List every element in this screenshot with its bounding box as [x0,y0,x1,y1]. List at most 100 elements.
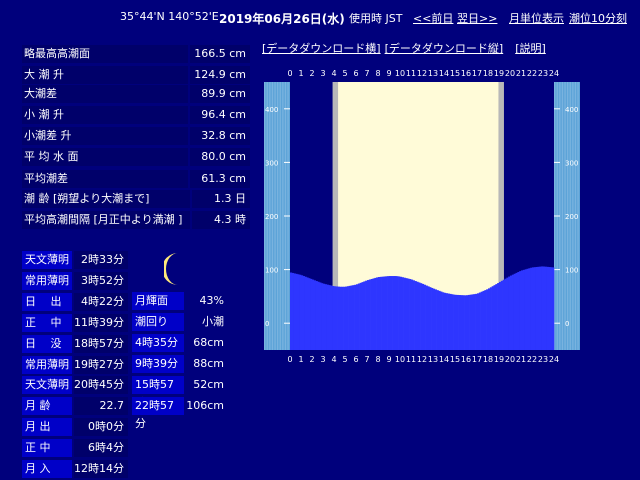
stat-label: 小潮差 升 [22,127,188,145]
tide-bar [548,267,551,350]
sun-moon-value: 22.7 [74,397,128,415]
tide-bar [379,276,382,350]
hour-label-top: 19 [494,69,504,78]
stat-label: 平均高潮間隔 [月正中より満潮 ] [22,211,190,229]
tide-bar [337,286,340,350]
tide-bar [532,267,535,350]
stat-label: 略最高高潮面 [22,45,188,63]
date-label: 2019年06月26日(水) [219,12,345,26]
tide-bar [334,286,337,350]
stat-label: 小 潮 升 [22,106,188,124]
hour-label-bottom: 15 [450,355,460,364]
tide-bar [354,284,357,350]
tide-bar [510,275,513,350]
tide-bar [328,285,331,350]
tide-bar [341,286,344,350]
stat-value: 32.8 cm [190,127,250,145]
interval-link[interactable]: 潮位10分刻 [569,10,627,26]
download-horizontal-link[interactable]: [データダウンロード横] [262,42,381,55]
tide-bar [502,279,505,350]
sun-moon-label: 月 齢 [22,397,72,415]
tide-bar [383,276,386,350]
hour-label-bottom: 16 [461,355,471,364]
next-day-link[interactable]: 翌日>> [457,10,497,26]
tide-bar [431,287,434,350]
tide-bar [389,276,392,350]
hour-label-top: 4 [331,69,336,78]
tide-bar [473,294,476,350]
sun-moon-value: 12時14分 [74,460,128,478]
hour-label-bottom: 18 [483,355,493,364]
tide-event-level: 106cm [184,397,228,415]
tide-bar [332,285,335,350]
tide-bar [546,266,549,350]
tide-bar [370,278,373,350]
tide-bar [390,276,393,350]
tide-phase-value: 小潮 [184,313,228,331]
tide-bar [326,284,329,350]
tide-bar [462,295,465,350]
tide-bar [543,266,546,350]
stat-label: 平均潮差 [22,170,188,188]
monthly-view-link[interactable]: 月単位表示 [509,10,564,26]
hour-label-bottom: 8 [375,355,380,364]
tide-bar [352,285,355,350]
tide-bar [464,295,467,350]
tide-bar [521,270,524,350]
tide-bar [491,286,494,350]
stat-label: 大 潮 升 [22,66,188,84]
stat-value: 1.3 日 [192,190,250,208]
tide-bar [478,292,481,350]
tide-chart: 400 400300 300200 200100 1000 000112233445566… [264,69,580,364]
tide-bar [442,292,445,350]
prev-day-link[interactable]: <<前日 [413,10,453,26]
tide-bar [323,283,326,350]
hour-label-top: 7 [364,69,369,78]
hour-label-top: 3 [320,69,325,78]
tide-bar [489,287,492,350]
hour-label-bottom: 24 [549,355,559,364]
scale-stripe [561,82,564,350]
stat-row: 平 均 水 面 80.0 cm [22,148,250,166]
sun-moon-label: 天文薄明 [22,376,72,394]
tide-bar [533,267,536,350]
tide-bar [368,279,371,350]
sun-moon-label: 常用薄明 [22,272,72,290]
hour-label-top: 0 [287,69,292,78]
hour-label-top: 14 [439,69,449,78]
moon-illumination-value: 43% [184,292,228,310]
stat-value: 4.3 時 [192,211,250,229]
help-link[interactable]: [説明] [515,42,546,55]
location-coords: 35°44'N 140°52'E [120,10,219,23]
stat-value: 96.4 cm [190,106,250,124]
tide-bar [513,273,516,350]
tide-bar [400,276,403,350]
header: 35°44'N 140°52'E 2019年06月26日(水) 使用時 JST … [0,10,640,28]
tide-bar [500,280,503,350]
tide-bar [469,294,472,350]
tide-bar [330,285,333,350]
tide-bar [445,293,448,350]
tide-bar [449,293,452,350]
tide-event-time: 9時39分 [132,355,184,373]
tide-bar [429,287,432,350]
tide-bar [541,266,544,350]
download-vertical-link[interactable]: [データダウンロード縦] [385,42,504,55]
tide-bar [517,272,520,350]
tide-event-level: 68cm [184,334,228,352]
timezone-label: 使用時 JST [349,12,403,25]
hour-label-bottom: 20 [505,355,515,364]
crescent-moon-icon [164,253,178,285]
tide-bar [433,288,436,350]
hour-label-bottom: 23 [538,355,548,364]
sun-moon-value: 20時45分 [74,376,128,394]
tide-bar [423,284,426,350]
stat-label: 潮 齢 [朔望より大潮まで] [22,190,190,208]
tide-bar [552,267,555,350]
hour-label-bottom: 1 [298,355,303,364]
stat-value: 124.9 cm [190,66,250,84]
stat-value: 80.0 cm [190,148,250,166]
hour-label-top: 5 [342,69,347,78]
tide-bar [405,278,408,350]
tide-bar [374,277,377,350]
